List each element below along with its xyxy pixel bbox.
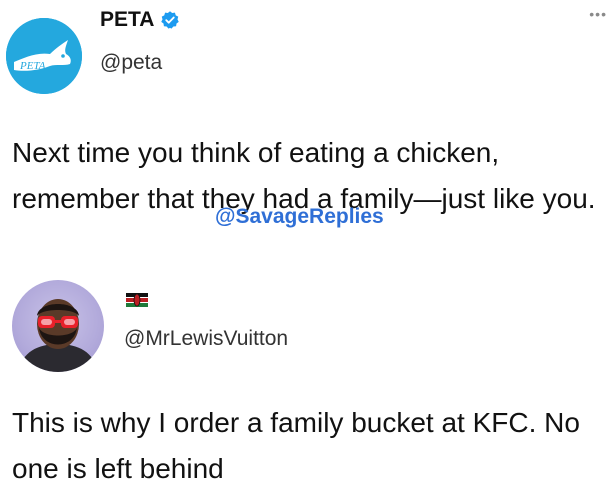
- more-options-icon[interactable]: •••: [589, 6, 607, 22]
- reply-user-handle[interactable]: @MrLewisVuitton: [124, 327, 288, 351]
- account-name-text: PETA: [100, 8, 155, 31]
- peta-logo-icon: PETA: [6, 18, 82, 94]
- avatar-portrait-icon: [18, 299, 98, 372]
- peta-logo-text: PETA: [19, 60, 46, 72]
- watermark: @SavageReplies: [215, 205, 384, 228]
- account-handle[interactable]: @peta: [100, 51, 162, 75]
- account-name[interactable]: PETA: [100, 8, 180, 32]
- kenya-flag-icon: [126, 293, 148, 307]
- verified-badge-icon: [161, 11, 180, 29]
- peta-avatar[interactable]: PETA: [6, 18, 82, 94]
- reply-tweet-text: This is why I order a family bucket at K…: [12, 407, 580, 484]
- user-avatar[interactable]: [12, 280, 104, 372]
